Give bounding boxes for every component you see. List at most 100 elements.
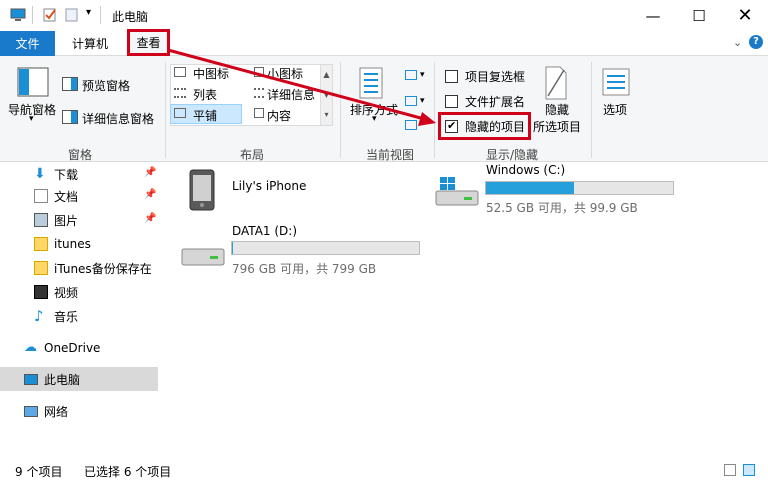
nav-item-pictures[interactable]: 图片 📌: [0, 208, 158, 232]
gallery-scrollbar[interactable]: ▲ ▼ ▾: [320, 65, 332, 125]
maximize-button[interactable]: ☐: [676, 0, 722, 31]
group-label-show-hide: 显示/隐藏: [485, 148, 539, 162]
drive-space: 52.5 GB 可用，共 99.9 GB: [486, 201, 638, 215]
pin-icon[interactable]: 📌: [144, 167, 156, 178]
chevron-down-icon[interactable]: ▾: [29, 114, 34, 124]
details-view-icon[interactable]: [724, 464, 736, 476]
layout-list[interactable]: 列表: [193, 86, 217, 103]
preview-pane-icon: [62, 77, 78, 91]
file-extensions-label: 文件扩展名: [465, 95, 526, 109]
group-label-current-view: 当前视图: [365, 148, 414, 162]
hide-selected-button-line2[interactable]: 所选项目: [533, 118, 581, 135]
hide-selected-icon: [545, 66, 567, 100]
drive-usage-bar: [485, 181, 674, 195]
medium-icons-icon: [174, 67, 186, 77]
drive-tile-d[interactable]: DATA1 (D:) 796 GB 可用，共 799 GB: [178, 223, 428, 276]
this-pc-icon: [10, 8, 26, 21]
group-label-panes: 窗格: [67, 148, 92, 162]
drive-usage-fill: [232, 242, 233, 254]
window-title: 此电脑: [112, 10, 149, 24]
details-pane-button[interactable]: 详细信息窗格: [82, 110, 154, 127]
navigation-pane-icon: [17, 67, 49, 97]
hidden-items-label: 隐藏的项目: [465, 120, 526, 134]
title-bar: ▾ 此电脑 — ☐ ✕: [0, 0, 768, 31]
nav-item-music[interactable]: ♪ 音乐: [0, 304, 158, 328]
music-icon: ♪: [34, 307, 44, 325]
chevron-down-icon[interactable]: ⌄: [733, 36, 742, 49]
download-icon: ⬇: [34, 166, 46, 182]
chevron-down-icon[interactable]: ▾: [372, 114, 377, 124]
nav-item-network[interactable]: 网络: [0, 399, 158, 423]
properties-icon[interactable]: [42, 8, 58, 22]
options-button[interactable]: 选项: [603, 101, 627, 118]
pin-icon[interactable]: 📌: [144, 189, 156, 200]
status-bar: 9 个项目 已选择 6 个项目: [0, 460, 768, 483]
group-label-layout: 布局: [239, 148, 264, 162]
tiles-icon: [174, 108, 186, 118]
minimize-button[interactable]: —: [630, 0, 676, 31]
size-columns-icon[interactable]: [405, 120, 417, 130]
layout-small-icons[interactable]: 小图标: [267, 65, 303, 82]
nav-item-itunes-backup[interactable]: iTunes备份保存在: [0, 256, 158, 280]
nav-item-onedrive[interactable]: ☁ OneDrive: [0, 336, 158, 360]
item-count: 9 个项目: [15, 465, 63, 479]
file-extensions-checkbox[interactable]: [445, 95, 458, 108]
pin-icon[interactable]: 📌: [144, 213, 156, 224]
drive-usage-bar: [231, 241, 420, 255]
tab-computer[interactable]: 计算机: [62, 31, 118, 56]
nav-item-this-pc[interactable]: 此电脑: [0, 367, 158, 391]
layout-medium-icons[interactable]: 中图标: [193, 65, 229, 82]
layout-content[interactable]: 内容: [267, 107, 291, 124]
add-columns-icon[interactable]: [405, 96, 417, 106]
navigation-pane: ⬇ 下载 📌 文档 📌 图片 📌 itunes iTunes备份保存在 视频 ♪…: [0, 162, 158, 460]
small-icons-icon: [254, 67, 264, 77]
layout-tiles[interactable]: 平铺: [193, 107, 217, 124]
nav-item-downloads[interactable]: ⬇ 下载 📌: [0, 162, 158, 186]
item-checkboxes-checkbox[interactable]: [445, 70, 458, 83]
folder-icon: [34, 237, 48, 251]
video-icon: [34, 285, 48, 299]
help-icon[interactable]: ?: [749, 35, 763, 49]
document-icon: [34, 189, 48, 203]
options-icon: [602, 68, 630, 96]
windows-drive-icon: [435, 177, 479, 206]
layout-details[interactable]: 详细信息: [267, 86, 315, 103]
folder-icon: [34, 261, 48, 275]
large-icons-view-icon[interactable]: [743, 464, 755, 476]
divider: [32, 6, 33, 24]
drive-tile-c[interactable]: Windows (C:) 52.5 GB 可用，共 99.9 GB: [432, 163, 682, 215]
picture-icon: [34, 213, 48, 227]
tab-view[interactable]: 查看: [127, 29, 170, 56]
device-tile-iphone[interactable]: Lily's iPhone: [180, 165, 320, 215]
chevron-down-icon[interactable]: ▾: [420, 70, 425, 80]
sort-by-icon: [359, 67, 383, 99]
new-folder-icon[interactable]: [64, 8, 80, 22]
hidden-items-checkbox[interactable]: [445, 119, 458, 133]
selected-count: 已选择 6 个项目: [84, 465, 172, 479]
network-icon: [24, 405, 38, 417]
divider: [340, 62, 341, 158]
details-pane-icon: [62, 110, 78, 124]
drive-space: 796 GB 可用，共 799 GB: [232, 262, 377, 276]
close-button[interactable]: ✕: [722, 0, 768, 31]
tab-file[interactable]: 文件: [0, 31, 55, 56]
item-checkboxes-label: 项目复选框: [465, 70, 526, 84]
chevron-down-icon[interactable]: ▾: [420, 96, 425, 106]
details-icon: [254, 88, 264, 98]
nav-item-documents[interactable]: 文档 📌: [0, 184, 158, 208]
hide-selected-button[interactable]: 隐藏: [545, 101, 569, 118]
device-name: Lily's iPhone: [232, 179, 307, 193]
group-by-icon[interactable]: [405, 70, 417, 80]
divider: [100, 6, 101, 24]
content-icon: [254, 108, 264, 118]
list-icon: [174, 88, 186, 98]
nav-item-itunes[interactable]: itunes: [0, 232, 158, 256]
quick-access-dropdown-icon[interactable]: ▾: [86, 7, 91, 18]
divider: [165, 62, 166, 158]
preview-pane-button[interactable]: 预览窗格: [82, 77, 130, 94]
divider: [591, 62, 592, 158]
nav-item-videos[interactable]: 视频: [0, 280, 158, 304]
drive-usage-fill: [486, 182, 574, 194]
hidden-items-option[interactable]: 隐藏的项目: [445, 118, 535, 136]
this-pc-icon: [24, 373, 38, 385]
